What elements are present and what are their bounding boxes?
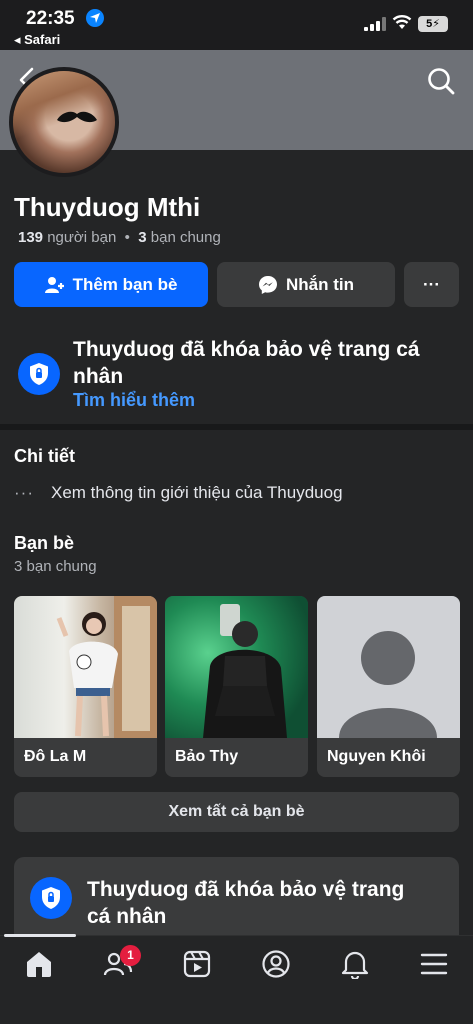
notification-badge: 1 (120, 945, 141, 966)
friend-stats[interactable]: 139 người bạn • 3 bạn chung (18, 229, 221, 246)
friends-heading: Bạn bè (14, 533, 75, 553)
profile-tab-icon[interactable] (260, 948, 292, 980)
active-tab-indicator (4, 934, 76, 937)
more-dots-icon: ··· (423, 274, 440, 294)
learn-more-link[interactable]: Tìm hiểu thêm (73, 390, 195, 411)
friend-photo (165, 596, 308, 738)
friend-photo (14, 596, 157, 738)
stats-separator: • (124, 229, 130, 246)
home-tab-icon[interactable] (23, 948, 55, 980)
default-avatar-icon (317, 596, 460, 738)
more-options-button[interactable]: ··· (404, 262, 459, 307)
friends-label: người bạn (47, 229, 117, 246)
bottom-tab-bar (0, 935, 473, 1024)
add-friend-label: Thêm bạn bè (72, 274, 178, 294)
lock-notice-title: Thuyduog đã khóa bảo vệ trang cá nhân (87, 878, 405, 928)
messenger-icon (259, 275, 277, 294)
status-bar: 22:35 ◂ Safari 5⚡ (0, 0, 473, 50)
notifications-bell-icon[interactable] (339, 948, 371, 980)
battery-icon: 5⚡ (418, 16, 448, 32)
section-divider (0, 424, 473, 430)
profile-avatar[interactable] (9, 67, 119, 177)
friend-name: Đô La M (24, 748, 87, 765)
message-label: Nhắn tin (286, 274, 354, 294)
friend-card[interactable]: Bảo Thy (165, 596, 308, 777)
friend-name: Bảo Thy (175, 748, 239, 765)
location-arrow-icon (86, 9, 104, 27)
lock-notice-title: Thuyduog đã khóa bảo vệ trang cá nhân (73, 338, 420, 388)
back-to-safari-link[interactable]: ◂ Safari (14, 32, 60, 48)
friend-card[interactable]: Nguyen Khôi (317, 596, 460, 777)
profile-name: Thuyduog Mthi (14, 192, 201, 222)
wifi-icon (392, 15, 412, 29)
battery-level: 5 (426, 18, 433, 30)
video-tab-icon[interactable] (181, 948, 213, 980)
avatar-photo (13, 71, 115, 173)
menu-icon[interactable] (418, 948, 450, 980)
friend-name: Nguyen Khôi (327, 748, 426, 765)
mutual-label: bạn chung (150, 229, 221, 246)
cellular-signal-icon (364, 17, 386, 31)
see-about-info-link[interactable]: Xem thông tin giới thiệu của Thuyduog (51, 483, 343, 503)
friend-card[interactable]: Đô La M (14, 596, 157, 777)
mutual-count: 3 (138, 229, 147, 246)
friends-count: 139 (18, 229, 44, 246)
details-heading: Chi tiết (14, 446, 75, 466)
message-button[interactable]: Nhắn tin (217, 262, 395, 307)
status-time: 22:35 (26, 8, 75, 29)
see-all-friends-button[interactable]: Xem tất cả bạn bè (14, 792, 459, 832)
mutual-friends-count: 3 bạn chung (14, 558, 97, 575)
about-dots-icon: ··· (14, 483, 34, 502)
shield-lock-icon (18, 353, 60, 395)
add-friend-button[interactable]: Thêm bạn bè (14, 262, 208, 307)
mustache-sticker (57, 111, 97, 123)
search-icon[interactable] (426, 66, 456, 96)
add-friend-icon (44, 276, 64, 293)
shield-lock-icon (30, 877, 72, 919)
